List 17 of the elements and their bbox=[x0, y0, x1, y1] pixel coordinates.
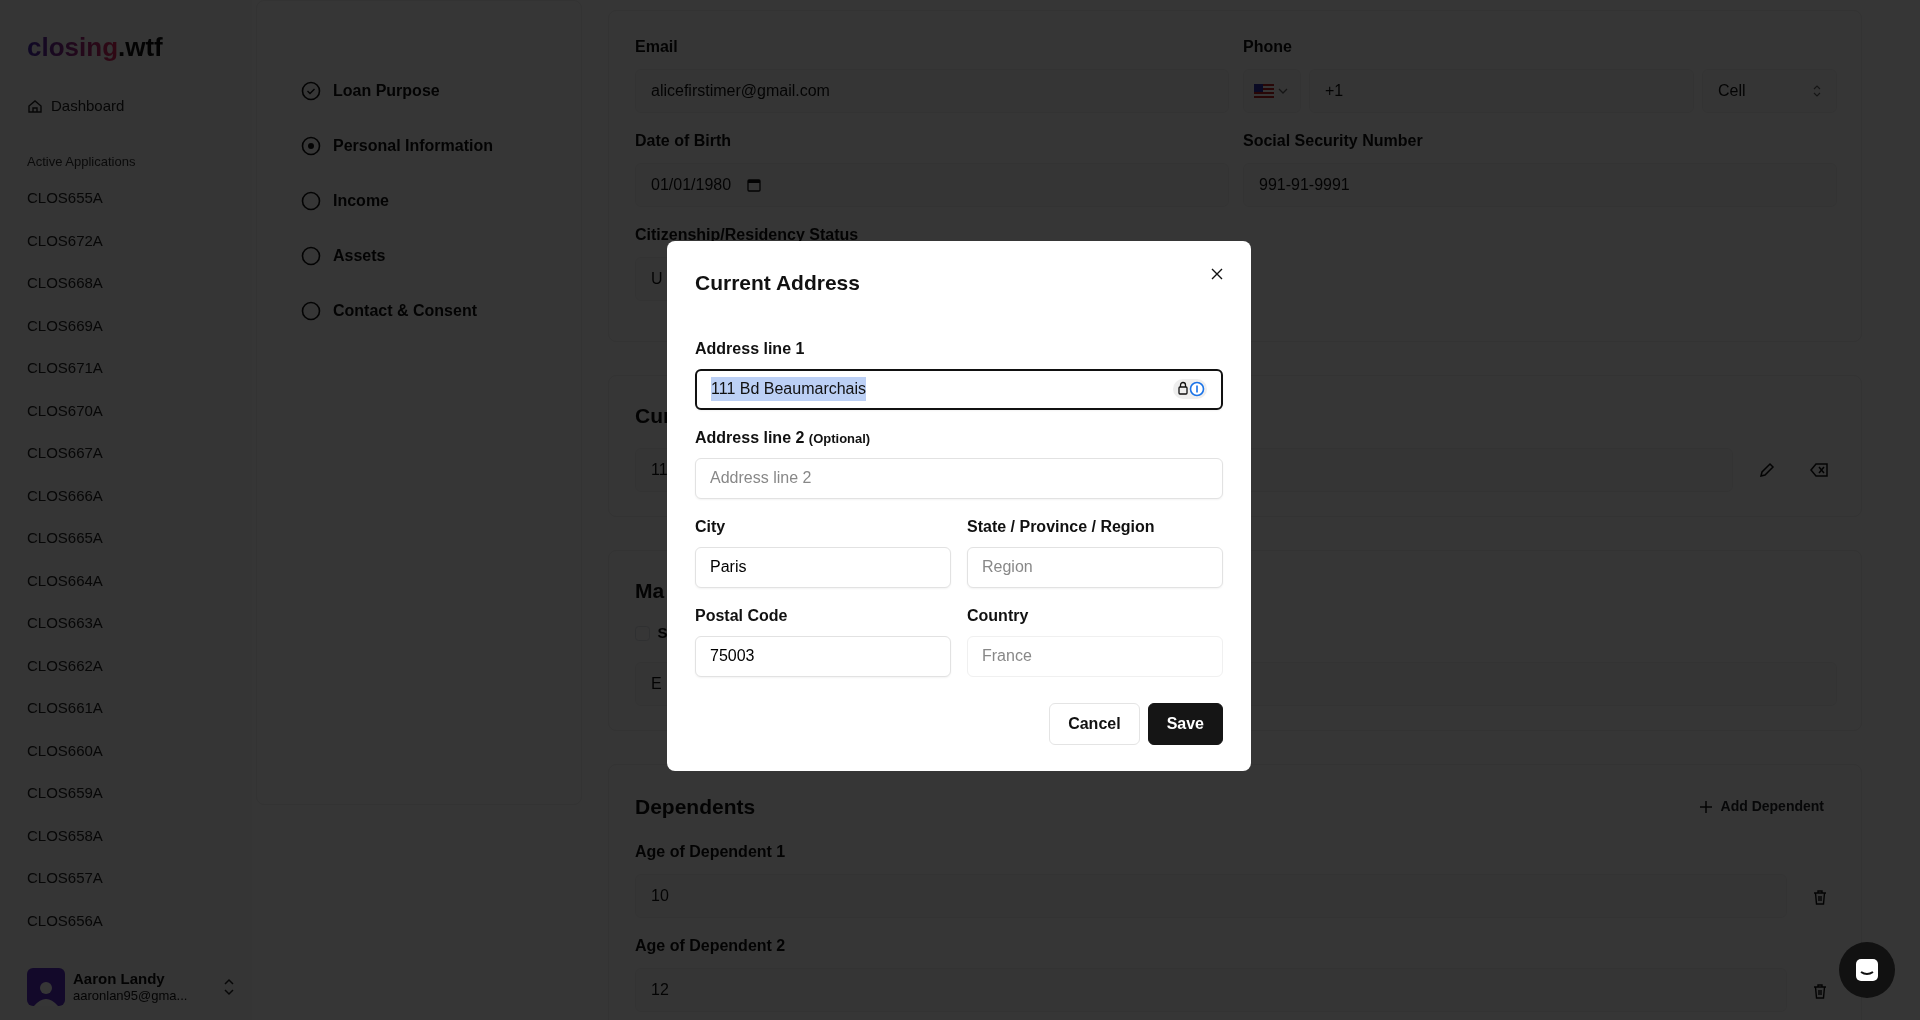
field-label: Postal Code bbox=[695, 605, 789, 626]
chat-icon bbox=[1854, 957, 1880, 983]
field-label: Address line 1 bbox=[695, 338, 806, 359]
field-label: Country bbox=[967, 605, 1030, 626]
input-field[interactable]: Address line 2 bbox=[695, 457, 1223, 499]
input-field[interactable]: 75003 bbox=[695, 635, 951, 677]
field-label: State / Province / Region bbox=[967, 516, 1156, 537]
dialog-title: Current Address bbox=[695, 270, 860, 296]
input-field[interactable]: Paris bbox=[695, 546, 951, 588]
field-label: City bbox=[695, 516, 727, 537]
close-icon bbox=[1211, 267, 1223, 280]
optional-note: (Optional) bbox=[808, 430, 871, 446]
save-button[interactable]: Save bbox=[1147, 702, 1223, 745]
input-field[interactable]: Region bbox=[967, 546, 1223, 588]
cancel-button[interactable]: Cancel bbox=[1049, 702, 1140, 745]
field-label: Address line 2 bbox=[695, 428, 805, 446]
input-field[interactable]: 111 Bd Beaumarchais bbox=[695, 368, 1223, 410]
